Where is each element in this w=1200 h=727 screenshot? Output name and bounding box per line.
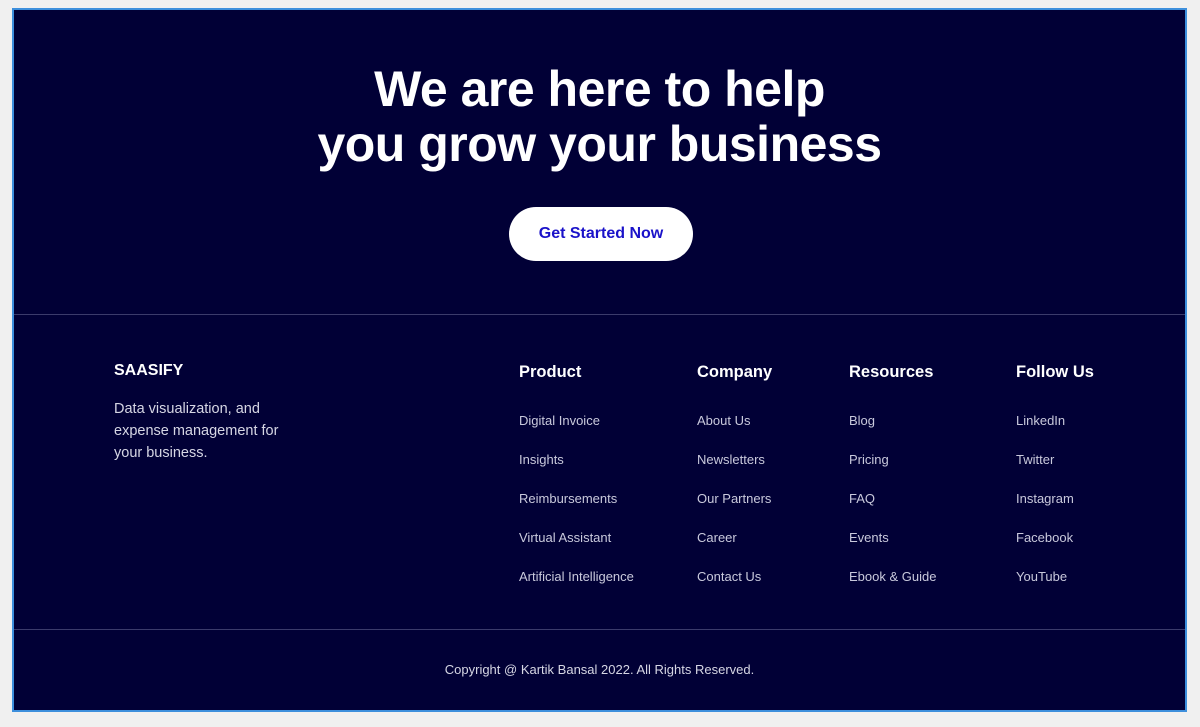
hero-section: We are here to help you grow your busine… [14, 10, 1185, 316]
column-title: Product [519, 363, 582, 381]
footer-link-artificial-intelligence[interactable]: Artificial Intelligence [519, 569, 634, 584]
column-title: Follow Us [1016, 363, 1094, 381]
footer-link-events[interactable]: Events [849, 530, 889, 545]
footer-link-faq[interactable]: FAQ [849, 491, 875, 506]
column-title: Resources [849, 363, 934, 381]
copyright-text: Copyright @ Kartik Bansal 2022. All Righ… [444, 662, 755, 677]
hero-headline: We are here to help you grow your busine… [14, 62, 1185, 172]
footer-link-our-partners[interactable]: Our Partners [697, 491, 771, 506]
hero-headline-line-2: you grow your business [317, 116, 882, 172]
brand-tagline: Data visualization, and expense manageme… [114, 401, 279, 461]
footer-link-pricing[interactable]: Pricing [849, 452, 889, 467]
column-title: Company [697, 363, 773, 381]
footer-link-ebook-guide[interactable]: Ebook & Guide [849, 569, 936, 584]
footer-link-facebook[interactable]: Facebook [1016, 530, 1073, 545]
footer-link-youtube[interactable]: YouTube [1016, 569, 1067, 584]
hero-divider [14, 314, 1185, 315]
brand-name: SAASIFY [114, 362, 184, 379]
footer-link-instagram[interactable]: Instagram [1016, 491, 1074, 506]
footer-link-reimbursements[interactable]: Reimbursements [519, 491, 617, 506]
footer-link-twitter[interactable]: Twitter [1016, 452, 1054, 467]
footer-link-virtual-assistant[interactable]: Virtual Assistant [519, 530, 611, 545]
footer-link-linkedin[interactable]: LinkedIn [1016, 413, 1065, 428]
get-started-button[interactable]: Get Started Now [509, 207, 693, 261]
footer-link-digital-invoice[interactable]: Digital Invoice [519, 413, 600, 428]
footer-link-insights[interactable]: Insights [519, 452, 564, 467]
footer-link-blog[interactable]: Blog [849, 413, 875, 428]
footer-link-career[interactable]: Career [697, 530, 737, 545]
footer-column-company: Company About Us Newsletters Our Partner… [697, 362, 772, 607]
footer-link-newsletters[interactable]: Newsletters [697, 452, 765, 467]
hero-headline-line-1: We are here to help [374, 61, 825, 117]
footer-divider [14, 629, 1185, 630]
footer-link-about-us[interactable]: About Us [697, 413, 750, 428]
footer-column-product: Product Digital Invoice Insights Reimbur… [519, 362, 634, 607]
footer-link-contact-us[interactable]: Contact Us [697, 569, 761, 584]
footer-column-follow-us: Follow Us LinkedIn Twitter Instagram Fac… [1016, 362, 1094, 607]
page-frame: We are here to help you grow your busine… [12, 8, 1187, 712]
footer-column-resources: Resources Blog Pricing FAQ Events Ebook … [849, 362, 936, 607]
